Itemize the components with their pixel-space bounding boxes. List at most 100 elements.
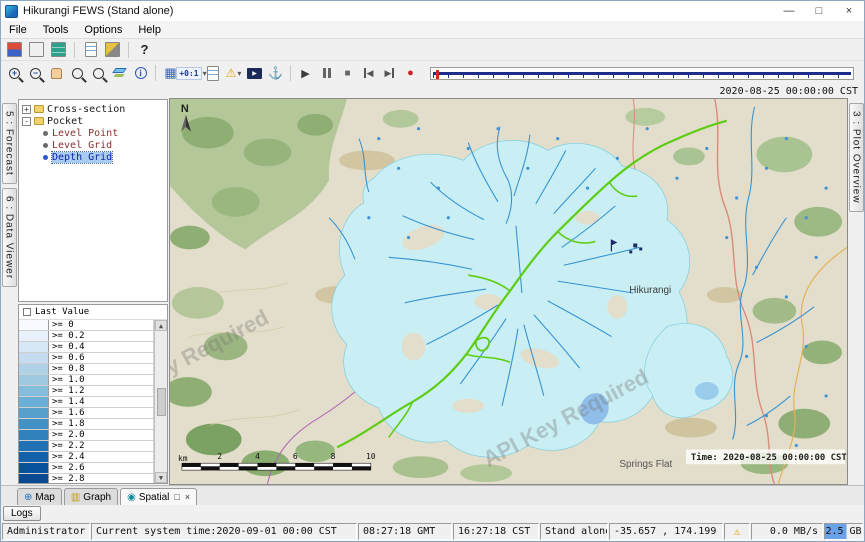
legend-swatch <box>19 375 49 385</box>
timeline-slider[interactable] <box>430 67 854 80</box>
legend-label: >= 1.6 <box>49 408 154 418</box>
tab-data-viewer[interactable]: 6 : Data Viewer <box>2 188 17 287</box>
scroll-down-icon[interactable]: ▼ <box>155 472 167 483</box>
node-icon <box>43 155 48 160</box>
tab-spatial[interactable]: ◉ Spatial □ × <box>120 488 197 505</box>
node-icon <box>43 131 48 136</box>
record-button[interactable]: ● <box>401 64 420 83</box>
legend-swatch <box>19 331 49 341</box>
maximize-icon[interactable]: □ <box>804 1 834 21</box>
pause-icon <box>323 68 331 78</box>
menu-tools[interactable]: Tools <box>35 23 77 37</box>
legend-label: >= 0 <box>49 320 154 330</box>
status-local-time: 16:27:18 CST <box>453 523 539 540</box>
document-button[interactable] <box>81 40 100 59</box>
database-button[interactable] <box>5 40 24 59</box>
profile-button[interactable] <box>203 64 222 83</box>
legend-swatch <box>19 441 49 451</box>
menu-help[interactable]: Help <box>130 23 169 37</box>
expander-icon[interactable]: + <box>22 105 31 114</box>
legend-label: >= 2.2 <box>49 441 154 451</box>
map-toolbar: + − i ▦ +0:1▾ ⚠▾ ▶ ⚓ ▶ ■ ◀ ▶ ● <box>1 61 864 85</box>
map-view[interactable]: Hikurangi Springs Flat API Key Required … <box>169 98 848 485</box>
anchor-button[interactable]: ⚓ <box>266 64 285 83</box>
warning-icon: ⚠ <box>734 525 741 538</box>
title-bar: Hikurangi FEWS (Stand alone) — □ × <box>1 1 864 21</box>
legend-swatch <box>19 320 49 330</box>
tree-item-label: Depth Grid <box>52 152 112 163</box>
scale-tick: 6 <box>293 452 298 461</box>
legend-scrollbar[interactable]: ▲ ▼ <box>154 320 167 483</box>
help-button[interactable]: ? <box>135 40 154 59</box>
status-user: Administrator <box>2 523 90 540</box>
menu-file[interactable]: File <box>1 23 35 37</box>
zoom-box-icon <box>72 68 83 79</box>
scrollbar-thumb[interactable] <box>157 388 166 416</box>
stop-button[interactable]: ■ <box>338 64 357 83</box>
left-panel: + Cross-section - Pocket Level Point Lev… <box>17 98 169 485</box>
tab-plot-overview[interactable]: 3 : Plot Overview <box>849 103 864 212</box>
legend-row: >= 0.8 <box>19 364 154 375</box>
profile-icon <box>207 66 219 81</box>
tab-graph[interactable]: ▥ Graph <box>64 488 118 505</box>
zoom-extent-button[interactable] <box>89 64 108 83</box>
restore-icon[interactable]: □ <box>174 492 179 502</box>
animation-button[interactable]: ▶ <box>245 64 264 83</box>
step-forward-button[interactable]: ▶ <box>380 64 399 83</box>
legend-swatch <box>19 386 49 396</box>
export-button[interactable] <box>49 40 68 59</box>
layers-button[interactable] <box>110 64 129 83</box>
zoom-box-button[interactable] <box>68 64 87 83</box>
legend-label: >= 2.8 <box>49 474 154 484</box>
status-memory[interactable]: 2.5 GB <box>824 523 863 540</box>
bottom-tab-bar: ⊕ Map ▥ Graph ◉ Spatial □ × <box>1 485 864 505</box>
zoom-in-button[interactable]: + <box>5 64 24 83</box>
legend-swatch <box>19 342 49 352</box>
zoom-extent-icon <box>93 68 104 79</box>
minimize-icon[interactable]: — <box>774 1 804 21</box>
pause-button[interactable] <box>317 64 336 83</box>
tree-item-depth-grid[interactable]: Depth Grid <box>19 151 167 163</box>
legend-swatch <box>19 364 49 374</box>
document-icon <box>85 42 97 57</box>
export-icon <box>51 42 66 57</box>
play-button[interactable]: ▶ <box>296 64 315 83</box>
step-backward-button[interactable]: ◀ <box>359 64 378 83</box>
anchor-icon: ⚓ <box>268 66 283 80</box>
tree-item-level-point[interactable]: Level Point <box>19 127 167 139</box>
menu-bar: File Tools Options Help <box>1 21 864 39</box>
folder-icon <box>34 117 44 125</box>
settings-button[interactable] <box>103 40 122 59</box>
timeline-cursor[interactable] <box>436 70 439 79</box>
menu-options[interactable]: Options <box>76 23 130 37</box>
expander-icon[interactable]: - <box>22 117 31 126</box>
logs-button[interactable]: Logs <box>3 506 41 521</box>
legend-label: >= 2.4 <box>49 452 154 462</box>
tree-item-pocket[interactable]: - Pocket <box>19 115 167 127</box>
tree-item-cross-section[interactable]: + Cross-section <box>19 103 167 115</box>
window-title: Hikurangi FEWS (Stand alone) <box>23 5 774 17</box>
tab-forecast[interactable]: 5 : Forecast <box>2 103 17 184</box>
legend-row: >= 0.2 <box>19 331 154 342</box>
legend-panel: Last Value >= 0 >= 0.2 >= 0.4 >= 0.6 >= … <box>18 304 168 484</box>
tree-item-label: Pocket <box>47 116 83 127</box>
legend-row: >= 0 <box>19 320 154 331</box>
zoom-in-icon: + <box>9 68 20 79</box>
record-icon: ● <box>407 67 414 79</box>
info-button[interactable]: i <box>131 64 150 83</box>
tree-item-level-grid[interactable]: Level Grid <box>19 139 167 151</box>
last-value-checkbox[interactable] <box>23 308 31 316</box>
zoom-out-button[interactable]: − <box>26 64 45 83</box>
legend-row: >= 1.4 <box>19 397 154 408</box>
aggregation-selector[interactable]: +0:1▾ <box>182 64 201 83</box>
import-button[interactable] <box>27 40 46 59</box>
pan-button[interactable] <box>47 64 66 83</box>
status-warning[interactable]: ⚠ <box>724 523 750 540</box>
warning-filter-button[interactable]: ⚠▾ <box>224 64 243 83</box>
scale-tick: 4 <box>255 452 260 461</box>
scroll-up-icon[interactable]: ▲ <box>155 320 167 331</box>
tab-map[interactable]: ⊕ Map <box>17 488 62 505</box>
database-icon <box>7 42 22 57</box>
close-icon[interactable]: × <box>834 1 864 21</box>
close-tab-icon[interactable]: × <box>185 492 190 502</box>
